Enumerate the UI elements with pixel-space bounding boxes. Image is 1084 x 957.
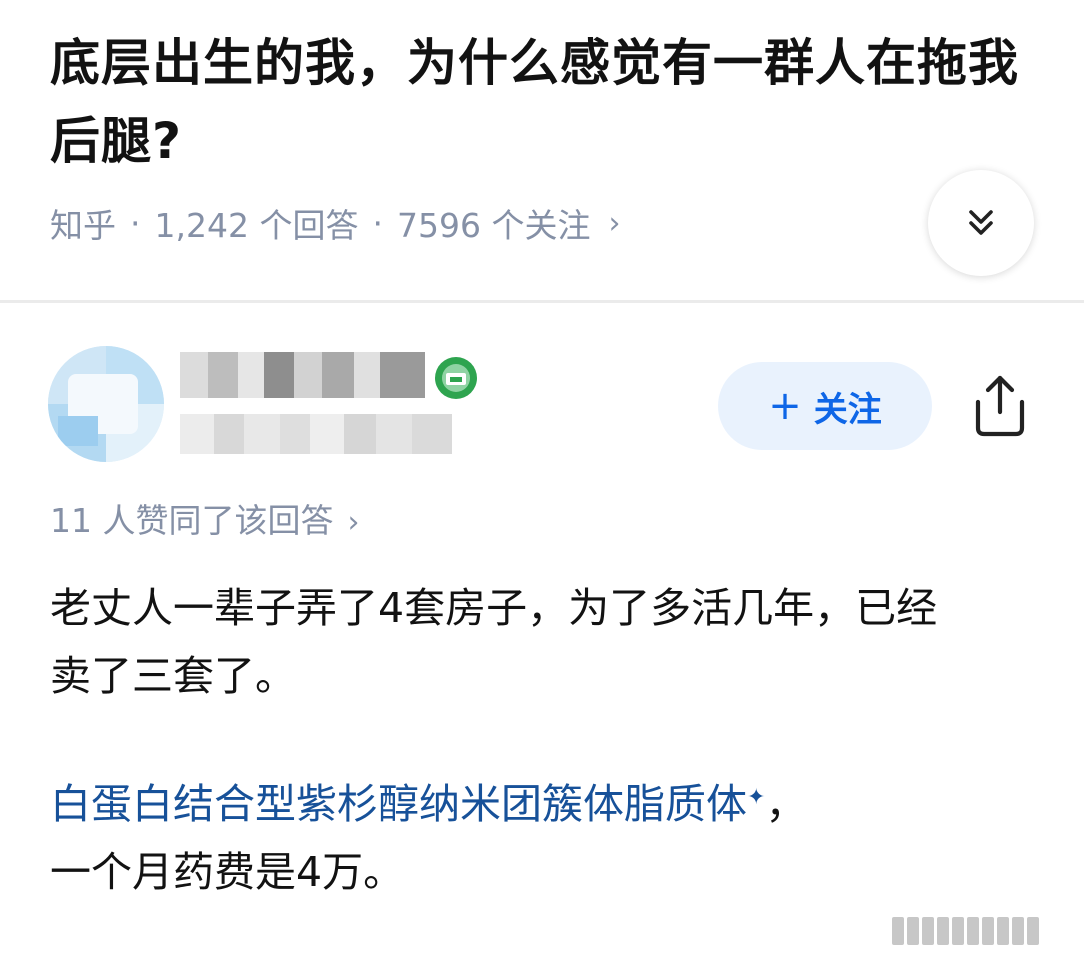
likes-summary[interactable]: 11 人赞同了该回答 › [50,494,359,542]
paragraph-comma: ， [765,780,807,828]
chevron-right-icon: › [347,505,360,540]
author-bio [180,414,452,454]
answer-paragraph: 老丈人一辈子弄了4套房子，为了多活几年，已经卖了三套了。 [50,584,938,700]
author-name[interactable] [180,352,425,398]
certified-badge-icon [435,357,477,399]
question-title[interactable]: 底层出生的我，为什么感觉有一群人在拖我后腿? [50,24,1040,180]
sparkle-icon: ✦ [747,785,766,810]
follow-button[interactable]: + 关注 [718,362,932,450]
double-chevron-down-icon [969,210,993,235]
meta-separator: · [130,203,141,243]
drug-link[interactable]: 白蛋白结合型紫杉醇纳米团簇体脂质体 [50,780,747,828]
likes-count: 11 人赞同了该回答 [50,501,334,540]
answer-paragraph: 白蛋白结合型紫杉醇纳米团簇体脂质体✦， 一个月药费是4万。 [50,770,950,906]
share-icon[interactable] [968,372,1032,438]
source-label: 知乎 [50,206,116,245]
expand-button[interactable] [928,170,1034,276]
meta-separator: · [372,203,383,243]
avatar[interactable] [48,346,164,462]
followers-count: 7596 个关注 [396,206,591,245]
watermark-logo [892,912,1062,950]
answers-count: 1,242 个回答 [154,206,359,245]
follow-label: 关注 [813,389,882,430]
question-meta[interactable]: 知乎 · 1,242 个回答 · 7596 个关注 › [50,196,620,250]
section-divider [0,300,1084,303]
plus-icon: + [768,383,802,429]
chevron-right-icon: › [608,205,621,241]
drug-cost-text: 一个月药费是4万。 [50,848,405,896]
